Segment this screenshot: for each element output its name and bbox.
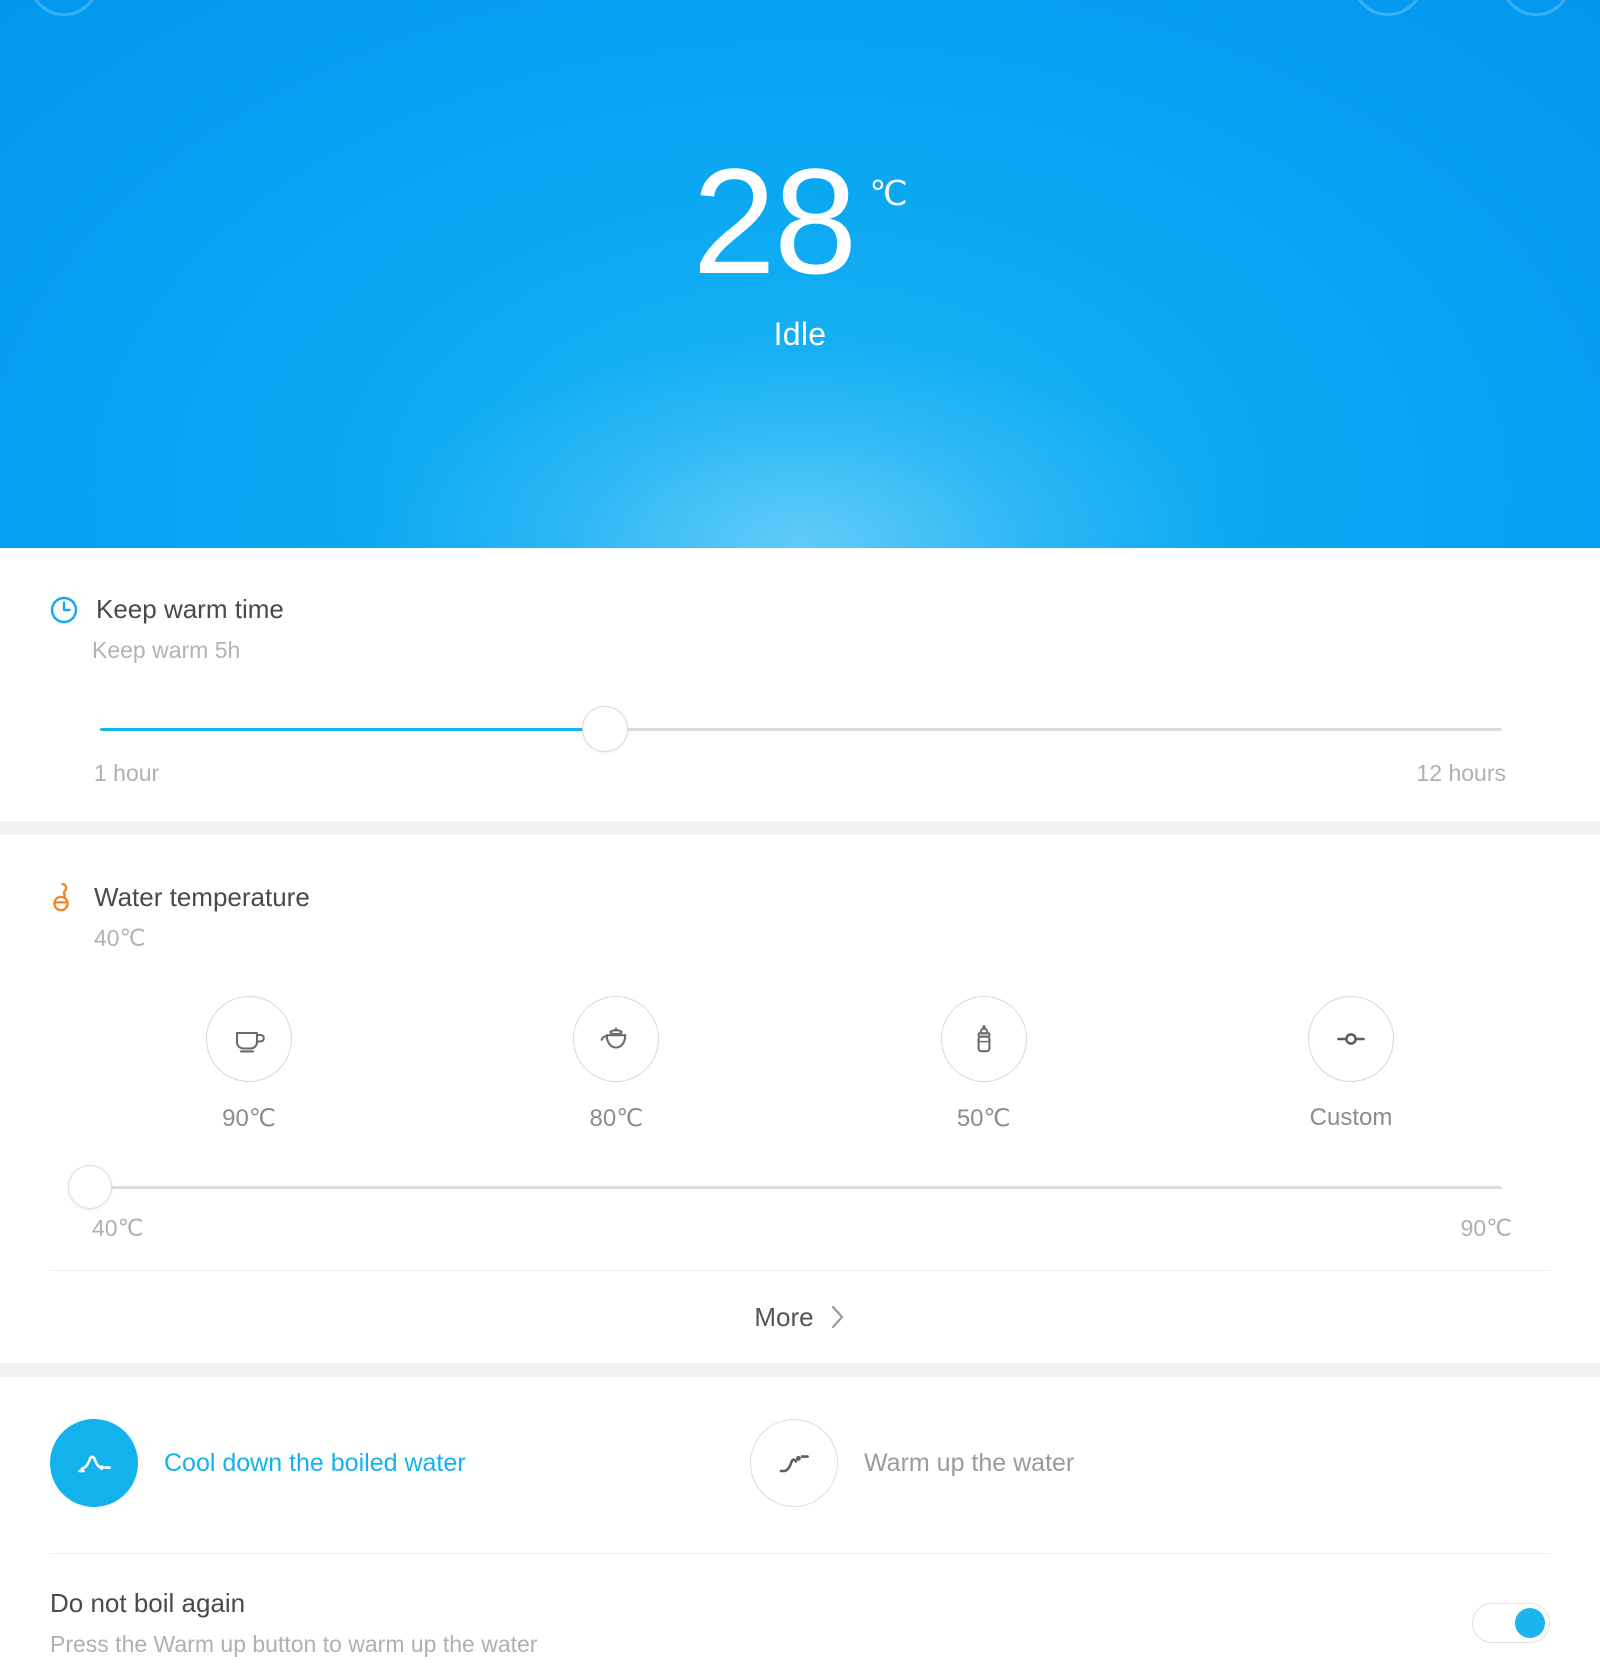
water-temperature-subtitle: 40℃: [94, 925, 146, 951]
more-button[interactable]: More: [50, 1271, 1550, 1363]
cool-down-label: Cool down the boiled water: [164, 1448, 466, 1477]
keep-warm-title: Keep warm time: [96, 594, 284, 624]
actions-section: Cool down the boiled water Warm up the w…: [0, 1377, 1600, 1658]
water-temperature-slider-track[interactable]: [90, 1186, 1502, 1189]
preset-80c[interactable]: 80℃: [521, 996, 711, 1133]
keep-warm-min-label: 1 hour: [94, 760, 160, 786]
do-not-boil-row[interactable]: Do not boil again Press the Warm up butt…: [50, 1554, 1550, 1658]
clock-icon: [50, 596, 78, 624]
keep-warm-slider-labels: 1 hour 12 hours: [50, 760, 1550, 787]
warm-up-icon[interactable]: [750, 1419, 838, 1507]
do-not-boil-toggle[interactable]: [1472, 1603, 1550, 1643]
water-temperature-slider-labels: 40℃ 90℃: [50, 1215, 1550, 1242]
water-temperature-slider[interactable]: [50, 1165, 1550, 1211]
decorative-circle-left: [28, 0, 100, 16]
more-label: More: [754, 1301, 814, 1332]
keep-warm-slider[interactable]: [50, 706, 1550, 754]
action-buttons-row: Cool down the boiled water Warm up the w…: [50, 1419, 1550, 1507]
preset-custom[interactable]: Custom: [1256, 996, 1446, 1133]
temperature-unit: ℃: [869, 175, 908, 213]
keep-warm-subtitle: Keep warm 5h: [92, 637, 241, 663]
section-divider-2: [0, 1363, 1600, 1377]
device-status-label: Idle: [773, 316, 827, 352]
current-temperature-block: 28 ℃ Idle: [0, 137, 1600, 353]
section-divider-1: [0, 821, 1600, 835]
preset-90c-label: 90℃: [222, 1105, 276, 1132]
preset-90c[interactable]: 90℃: [154, 996, 344, 1133]
teapot-icon[interactable]: [573, 996, 660, 1082]
keep-warm-max-label: 12 hours: [1416, 760, 1506, 786]
slider-icon[interactable]: [1307, 996, 1394, 1082]
decorative-circle-right-2: [1500, 0, 1572, 16]
preset-custom-label: Custom: [1309, 1104, 1393, 1131]
keep-warm-slider-thumb[interactable]: [581, 706, 628, 752]
temperature-preset-list: 90℃ 80℃ 50℃ Custom: [154, 996, 1446, 1133]
water-temperature-min-label: 40℃: [92, 1215, 144, 1241]
preset-50c-label: 50℃: [956, 1105, 1011, 1132]
water-temperature-section: Water temperature 40℃ 90℃ 80℃ 50℃ Custom…: [0, 835, 1600, 1363]
cup-icon[interactable]: [206, 996, 292, 1082]
thermometer-icon: [50, 881, 76, 913]
cool-down-button[interactable]: Cool down the boiled water: [50, 1419, 750, 1507]
warm-up-label: Warm up the water: [864, 1448, 1075, 1477]
do-not-boil-subtitle: Press the Warm up button to warm up the …: [50, 1631, 538, 1657]
preset-80c-label: 80℃: [589, 1105, 644, 1132]
water-temperature-max-label: 90℃: [1460, 1215, 1512, 1241]
device-status-hero: 28 ℃ Idle: [0, 0, 1600, 548]
chevron-right-icon: [830, 1304, 846, 1330]
water-temperature-slider-thumb[interactable]: [68, 1165, 112, 1209]
cool-down-icon[interactable]: [50, 1419, 138, 1507]
warm-up-button[interactable]: Warm up the water: [750, 1419, 1074, 1507]
current-temperature-value: 28: [692, 137, 857, 305]
keep-warm-header: Keep warm time: [50, 594, 1550, 625]
decorative-circle-right-1: [1352, 0, 1424, 16]
baby-bottle-icon[interactable]: [940, 996, 1027, 1082]
toggle-knob: [1515, 1608, 1545, 1638]
do-not-boil-text: Do not boil again Press the Warm up butt…: [50, 1588, 537, 1658]
keep-warm-slider-fill: [100, 728, 605, 731]
water-temperature-header: Water temperature: [50, 881, 1550, 913]
preset-50c[interactable]: 50℃: [889, 996, 1079, 1133]
keep-warm-time-section: Keep warm time Keep warm 5h 1 hour 12 ho…: [0, 548, 1600, 821]
water-temperature-title: Water temperature: [94, 881, 310, 912]
do-not-boil-title: Do not boil again: [50, 1588, 246, 1618]
